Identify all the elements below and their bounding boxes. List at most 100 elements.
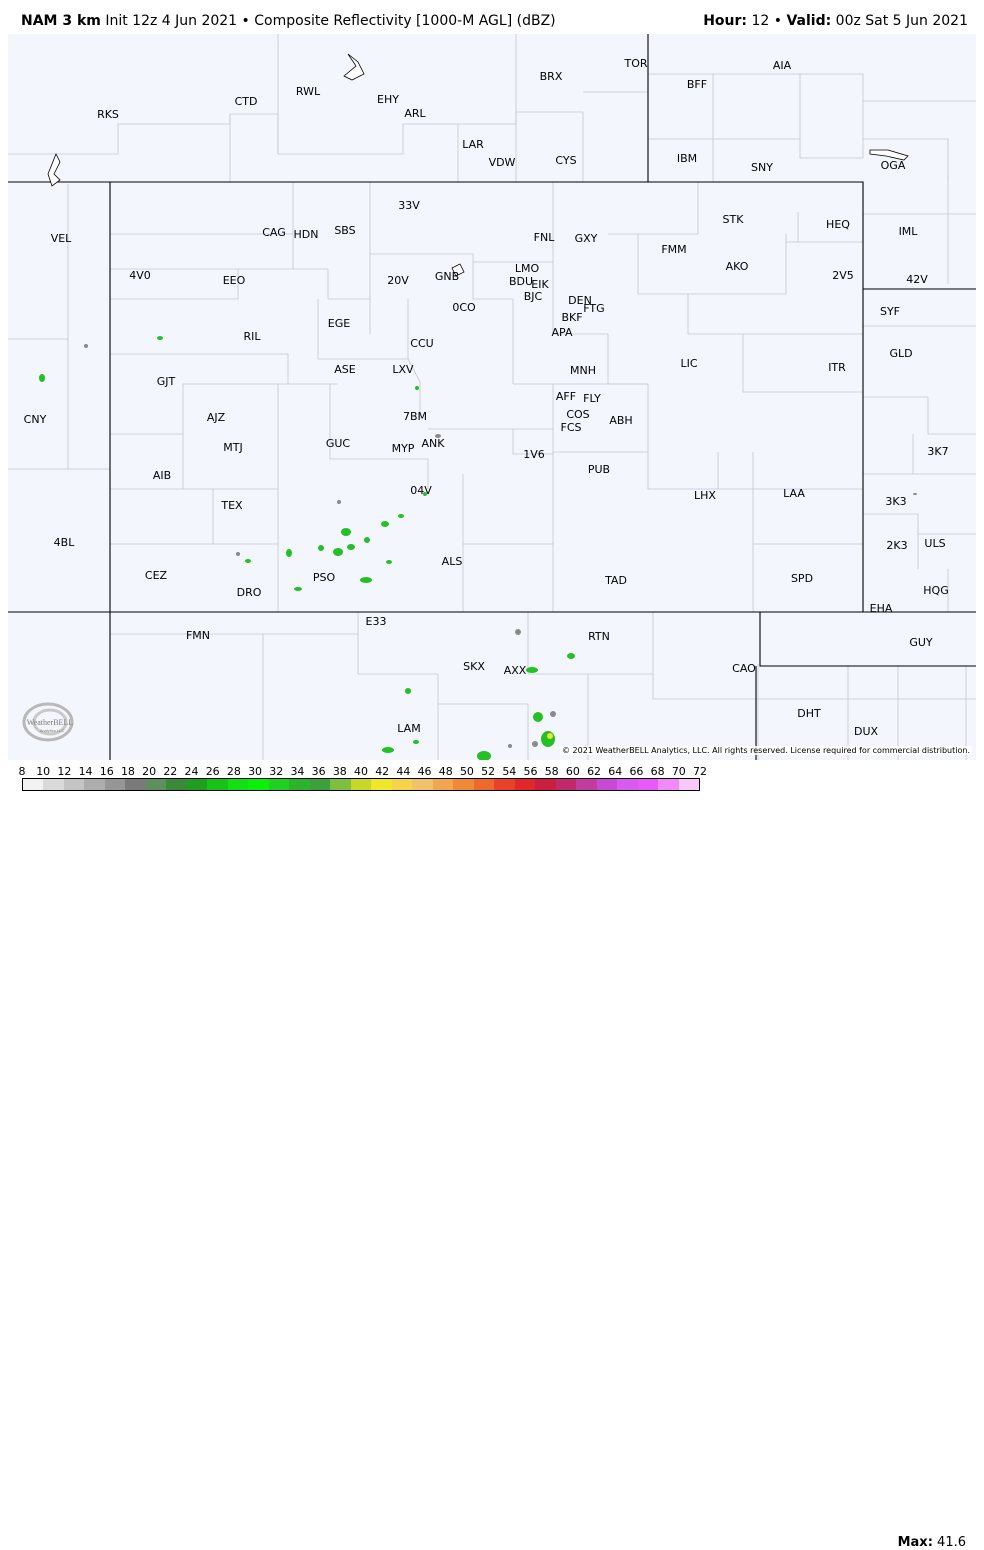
map-background	[8, 34, 976, 760]
station-label-bff: BFF	[687, 78, 707, 91]
legend-tick-label: 22	[163, 765, 178, 778]
station-label-mtj: MTJ	[223, 441, 242, 454]
color-bar-segment	[23, 779, 44, 790]
radar-echo	[567, 653, 575, 659]
station-label-bjc: BJC	[524, 290, 543, 303]
radar-echo	[294, 587, 302, 591]
station-label-sbs: SBS	[334, 224, 355, 237]
station-label-abh: ABH	[609, 414, 632, 427]
color-bar-segment	[658, 779, 679, 790]
radar-echo	[333, 548, 343, 556]
station-label-cys: CYS	[555, 154, 576, 167]
station-label-ibm: IBM	[677, 152, 697, 165]
station-label-aff: AFF	[556, 390, 576, 403]
color-bar-segment	[412, 779, 433, 790]
station-label-ank: ANK	[422, 437, 446, 450]
station-label-apa: APA	[552, 326, 573, 339]
station-label-rks: RKS	[97, 108, 119, 121]
station-label-3k7: 3K7	[927, 445, 948, 458]
radar-echo	[398, 514, 404, 518]
station-label-ajz: AJZ	[207, 411, 226, 424]
station-label-eha: EHA	[870, 602, 893, 615]
station-label-dro: DRO	[237, 586, 262, 599]
station-label-syf: SYF	[880, 305, 900, 318]
station-label-heq: HEQ	[826, 218, 850, 231]
legend-tick-label: 64	[608, 765, 623, 778]
color-bar-segment	[453, 779, 474, 790]
station-label-1v6: 1V6	[523, 448, 545, 461]
legend-tick-label: 36	[311, 765, 326, 778]
radar-echo	[157, 336, 163, 340]
hour-value: 12	[751, 13, 770, 29]
color-bar-segment	[104, 779, 126, 790]
radar-echo	[364, 537, 370, 543]
max-value: 41.6	[937, 1535, 966, 1550]
station-label-ftg: FTG	[583, 302, 604, 315]
station-label-guc: GUC	[326, 437, 351, 450]
radar-echo	[547, 733, 553, 739]
station-label-lmo: LMO	[515, 262, 540, 275]
station-label-ctd: CTD	[235, 95, 258, 108]
station-label-cag: CAG	[262, 226, 286, 239]
color-bar-segment	[391, 779, 413, 790]
radar-echo	[913, 493, 917, 495]
station-label-lam: LAM	[397, 722, 420, 735]
valid-label: Valid:	[786, 13, 832, 29]
radar-echo	[423, 492, 427, 496]
color-bar-segment	[186, 779, 208, 790]
station-label-cny: CNY	[24, 413, 47, 426]
logo-subtext: Analytics LLC	[40, 728, 65, 733]
station-label-laa: LAA	[783, 487, 805, 500]
station-label-lic: LIC	[680, 357, 697, 370]
station-label-cez: CEZ	[145, 569, 168, 582]
station-label-axx: AXX	[504, 664, 527, 677]
radar-echo	[286, 549, 292, 557]
legend-tick-label: 58	[544, 765, 559, 778]
station-label-tad: TAD	[604, 574, 627, 587]
station-label-bkf: BKF	[561, 311, 582, 324]
color-bar-segment	[637, 779, 659, 790]
color-bar-segment	[371, 779, 392, 790]
legend-tick-label: 46	[417, 765, 432, 778]
legend-tick-label: 50	[459, 765, 474, 778]
color-bar-segment	[207, 779, 228, 790]
station-label-hdn: HDN	[294, 228, 319, 241]
legend-tick-label: 70	[671, 765, 686, 778]
legend-tick-label: 24	[184, 765, 199, 778]
color-bar-segment	[617, 779, 638, 790]
radar-echo	[405, 688, 411, 694]
bullet: •	[241, 13, 250, 29]
station-label-gld: GLD	[889, 347, 912, 360]
radar-echo	[318, 545, 324, 551]
legend-tick-label: 38	[332, 765, 347, 778]
radar-echo	[341, 528, 351, 536]
station-label-0co: 0CO	[452, 301, 476, 314]
legend-tick-label: 62	[587, 765, 602, 778]
station-label-ege: EGE	[328, 317, 350, 330]
reflectivity-map: RKS CTD RWL EHY ARL BRX TOR BFF AIA LAR VDW CYS IBM S…	[8, 34, 976, 760]
station-label-iml: IML	[899, 225, 919, 238]
legend-tick-label: 54	[502, 765, 517, 778]
hour-label: Hour:	[703, 13, 748, 29]
header-valid: Hour: 12 • Valid: 00z Sat 5 Jun 2021	[703, 13, 968, 29]
header-title: NAM 3 km Init 12z 4 Jun 2021 • Composite…	[21, 13, 556, 29]
legend-tick-label: 56	[523, 765, 538, 778]
color-bar-segment	[678, 779, 699, 790]
station-label-gnb: GNB	[435, 270, 459, 283]
legend-tick-label: 34	[290, 765, 305, 778]
radar-echo	[347, 544, 355, 550]
station-label-e33: E33	[366, 615, 387, 628]
bullet: •	[773, 13, 783, 29]
legend-tick-label: 72	[693, 765, 707, 778]
max-value-readout: Max: 41.6	[897, 1535, 966, 1550]
radar-echo	[515, 629, 521, 635]
station-label-skx: SKX	[463, 660, 485, 673]
station-label-ako: AKO	[726, 260, 749, 273]
radar-echo	[435, 434, 441, 438]
radar-echo	[532, 741, 538, 747]
station-label-vdw: VDW	[489, 156, 516, 169]
station-label-fnl: FNL	[534, 231, 556, 244]
header: NAM 3 km Init 12z 4 Jun 2021 • Composite…	[0, 0, 984, 34]
weatherbell-logo: WeatherBELL Analytics LLC	[22, 700, 78, 746]
color-bar-segment	[125, 779, 146, 790]
